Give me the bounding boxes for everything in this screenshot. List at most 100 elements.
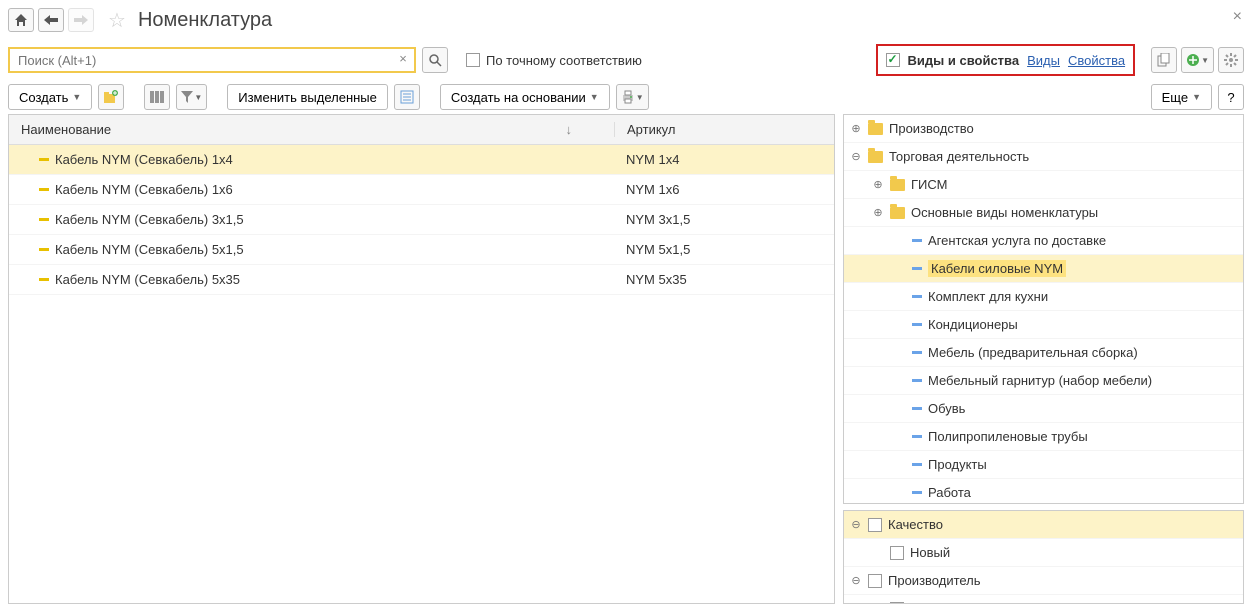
home-button[interactable]	[8, 8, 34, 32]
add-button[interactable]: ▼	[1181, 47, 1214, 73]
tree-label: Работа	[928, 485, 971, 500]
props-tree: ⊖ Качество Новый ⊖ Производитель Севкабель	[843, 510, 1244, 604]
prop-item[interactable]: ⊖ Производитель	[844, 567, 1243, 595]
filter-button[interactable]: ▼	[176, 84, 207, 110]
clear-search-icon[interactable]: ×	[394, 51, 412, 69]
exact-match-label: По точному соответствию	[486, 53, 642, 68]
prop-checkbox[interactable]	[868, 574, 882, 588]
item-icon	[912, 463, 922, 466]
prop-label: Производитель	[888, 573, 981, 588]
item-article: NYM 1x4	[614, 152, 834, 167]
tree-item[interactable]: Мебельный гарнитур (набор мебели)	[844, 367, 1243, 395]
edit-selected-button[interactable]: Изменить выделенные	[227, 84, 388, 110]
tree-label: Комплект для кухни	[928, 289, 1048, 304]
tree-label: Мебель (предварительная сборка)	[928, 345, 1138, 360]
forward-button[interactable]	[68, 8, 94, 32]
create-based-button[interactable]: Создать на основании▼	[440, 84, 610, 110]
tree-item[interactable]: Работа	[844, 479, 1243, 504]
table-row[interactable]: Кабель NYM (Севкабель) 5х35 NYM 5x35	[9, 265, 834, 295]
tree-item[interactable]: Продукты	[844, 451, 1243, 479]
folder-icon	[890, 179, 905, 191]
tree-item[interactable]: Агентская услуга по доставке	[844, 227, 1243, 255]
expand-icon[interactable]: ⊕	[850, 123, 862, 135]
item-icon	[39, 278, 49, 281]
collapse-icon[interactable]: ⊖	[850, 151, 862, 163]
more-button[interactable]: Еще▼	[1151, 84, 1212, 110]
tree-item[interactable]: ⊖ Торговая деятельность	[844, 143, 1243, 171]
item-name: Кабель NYM (Севкабель) 3x1,5	[55, 212, 244, 227]
print-button[interactable]: ▼	[616, 84, 649, 110]
col-name-header[interactable]: Наименование	[21, 122, 111, 137]
prop-item[interactable]: ⊖ Качество	[844, 511, 1243, 539]
expand-icon[interactable]: ⊕	[872, 207, 884, 219]
tree-label: Торговая деятельность	[889, 149, 1029, 164]
tree-item[interactable]: Кондиционеры	[844, 311, 1243, 339]
star-icon[interactable]: ☆	[108, 8, 126, 33]
tree-item[interactable]: ⊕Основные виды номенклатуры	[844, 199, 1243, 227]
item-icon	[912, 491, 922, 494]
collapse-icon[interactable]: ⊖	[850, 575, 862, 587]
item-icon	[39, 188, 49, 191]
tree-item[interactable]: Кабели силовые NYM	[844, 255, 1243, 283]
types-tree: ⊕Производство ⊖ Торговая деятельность ⊕ ГИСМ…	[843, 114, 1244, 504]
types-props-checkbox[interactable]	[886, 53, 900, 67]
tree-label: ГИСМ	[911, 177, 947, 192]
item-article: NYM 5x35	[614, 272, 834, 287]
prop-checkbox[interactable]	[890, 546, 904, 560]
item-name: Кабель NYM (Севкабель) 5х1,5	[55, 242, 244, 257]
tree-item[interactable]: ⊕ ГИСМ	[844, 171, 1243, 199]
prop-label: Новый	[910, 545, 950, 560]
link-types[interactable]: Виды	[1027, 53, 1060, 68]
table-row[interactable]: Кабель NYM (Севкабель) 5х1,5 NYM 5x1,5	[9, 235, 834, 265]
tree-item[interactable]: ⊕Производство	[844, 115, 1243, 143]
exact-match-checkbox[interactable]	[466, 53, 480, 67]
search-input[interactable]	[8, 47, 416, 73]
item-icon	[912, 351, 922, 354]
tree-item[interactable]: Мебель (предварительная сборка)	[844, 339, 1243, 367]
create-button[interactable]: Создать▼	[8, 84, 92, 110]
item-icon	[912, 379, 922, 382]
page-title: Номенклатура	[138, 9, 272, 32]
barcode-button[interactable]	[144, 84, 170, 110]
tree-label: Мебельный гарнитур (набор мебели)	[928, 373, 1152, 388]
link-props[interactable]: Свойства	[1068, 53, 1125, 68]
reports-button[interactable]	[1151, 47, 1177, 73]
col-article-header[interactable]: Артикул	[627, 122, 675, 137]
item-icon	[912, 295, 922, 298]
folder-icon	[868, 151, 883, 163]
prop-label: Качество	[888, 517, 943, 532]
folder-icon	[868, 123, 883, 135]
tree-label: Обувь	[928, 401, 965, 416]
create-group-button[interactable]	[98, 84, 124, 110]
tree-item[interactable]: Полипропиленовые трубы	[844, 423, 1243, 451]
tree-label: Кондиционеры	[928, 317, 1018, 332]
prop-checkbox[interactable]	[868, 518, 882, 532]
prop-item[interactable]: Севкабель	[844, 595, 1243, 604]
list-button[interactable]	[394, 84, 420, 110]
prop-item[interactable]: Новый	[844, 539, 1243, 567]
table-row[interactable]: Кабель NYM (Севкабель) 3x1,5NYM 3x1,5	[9, 205, 834, 235]
prop-checkbox[interactable]	[890, 602, 904, 605]
types-props-label: Виды и свойства	[908, 53, 1020, 68]
item-name: Кабель NYM (Севкабель) 1х4	[55, 152, 233, 167]
tree-item[interactable]: Обувь	[844, 395, 1243, 423]
settings-button[interactable]	[1218, 47, 1244, 73]
expand-icon[interactable]: ⊕	[872, 179, 884, 191]
main-table: Наименование ↓ Артикул Кабель NYM (Севкаб…	[8, 114, 835, 604]
item-icon	[912, 239, 922, 242]
table-row[interactable]: Кабель NYM (Севкабель) 1х4 NYM 1x4	[9, 145, 834, 175]
item-icon	[912, 435, 922, 438]
back-button[interactable]	[38, 8, 64, 32]
help-button[interactable]: ?	[1218, 84, 1244, 110]
table-row[interactable]: Кабель NYM (Севкабель) 1х6NYM 1x6	[9, 175, 834, 205]
item-icon	[912, 323, 922, 326]
collapse-icon[interactable]: ⊖	[850, 519, 862, 531]
item-icon	[39, 248, 49, 251]
item-icon	[39, 218, 49, 221]
close-icon[interactable]: ×	[1233, 8, 1242, 26]
search-button[interactable]	[422, 47, 448, 73]
sort-indicator-icon: ↓	[566, 122, 573, 137]
tree-item[interactable]: Комплект для кухни	[844, 283, 1243, 311]
item-name: Кабель NYM (Севкабель) 5х35	[55, 272, 240, 287]
item-icon	[39, 158, 49, 161]
